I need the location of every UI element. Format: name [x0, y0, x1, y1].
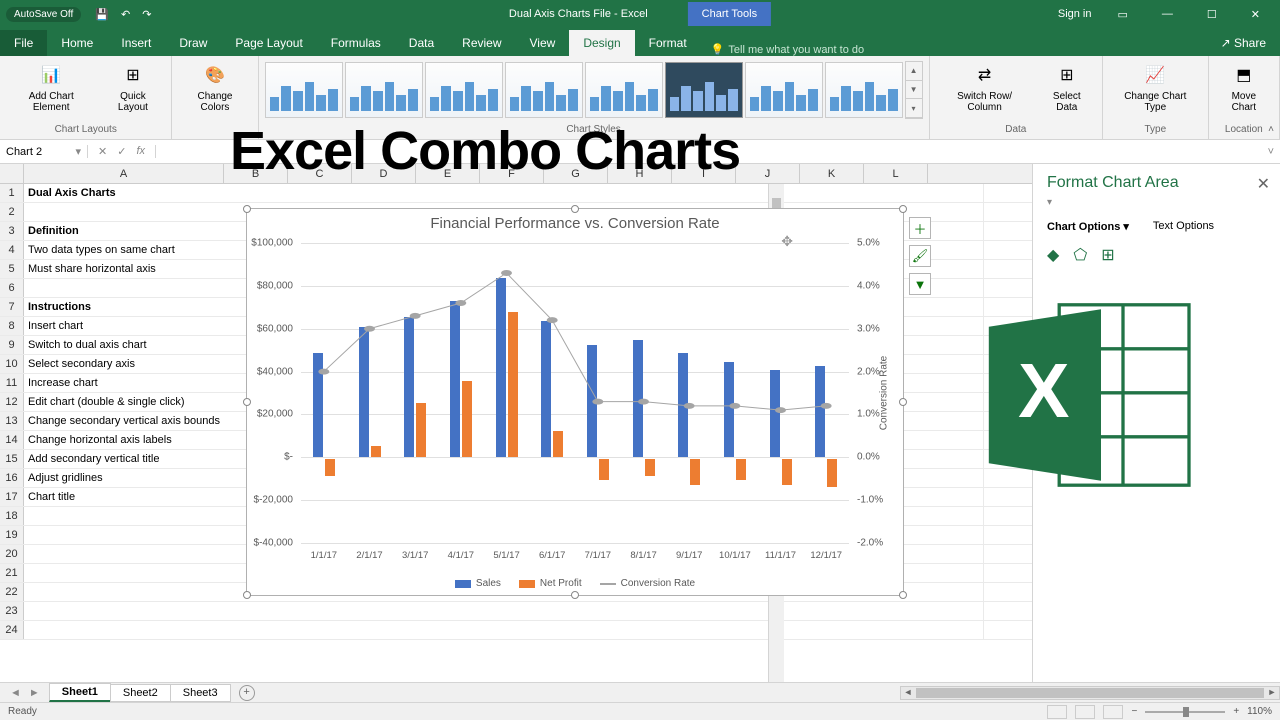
status-ready: Ready [8, 706, 37, 717]
zoom-level[interactable]: 110% [1247, 706, 1272, 717]
redo-icon[interactable]: ↷ [142, 8, 151, 21]
y-axis-right-title: Conversion Rate [878, 356, 889, 430]
overlay-title: Excel Combo Charts [230, 120, 740, 182]
sheet-tab-3[interactable]: Sheet3 [170, 684, 231, 702]
sign-in-link[interactable]: Sign in [1058, 8, 1092, 20]
add-sheet-icon[interactable]: + [239, 685, 255, 701]
page-layout-view-icon[interactable] [1075, 705, 1095, 719]
style-more-icon[interactable]: ▾ [906, 99, 922, 118]
style-thumb-selected[interactable] [665, 62, 743, 118]
close-icon[interactable]: ✕ [1243, 8, 1268, 21]
save-icon[interactable]: 💾 [95, 8, 109, 21]
page-break-view-icon[interactable] [1103, 705, 1123, 719]
horizontal-scrollbar[interactable]: ◄► [900, 686, 1280, 700]
chart-styles-gallery[interactable]: ▲▼▾ [265, 59, 923, 121]
collapse-ribbon-icon[interactable]: ˄ [1268, 124, 1274, 135]
change-chart-type-button[interactable]: 📈Change Chart Type [1109, 59, 1202, 123]
tab-view[interactable]: View [516, 30, 570, 56]
fill-line-icon[interactable]: ◆ [1047, 245, 1059, 265]
style-thumb[interactable] [585, 62, 663, 118]
normal-view-icon[interactable] [1047, 705, 1067, 719]
tab-nav-prev-icon[interactable]: ◄ [10, 687, 21, 699]
spreadsheet-grid[interactable]: A B C D E F G H I J K L 1Dual Axis Chart… [0, 164, 1032, 684]
cancel-formula-icon[interactable]: ✕ [98, 145, 107, 158]
chart-filters-icon[interactable]: ▼ [909, 273, 931, 295]
style-thumb[interactable] [745, 62, 823, 118]
expand-formula-bar-icon[interactable]: ˅ [1262, 146, 1280, 158]
tab-insert[interactable]: Insert [107, 30, 165, 56]
style-thumb[interactable] [825, 62, 903, 118]
pane-title: Format Chart Area [1047, 174, 1266, 192]
fx-icon[interactable]: fx [136, 145, 145, 158]
zoom-out-icon[interactable]: − [1131, 706, 1137, 717]
enter-formula-icon[interactable]: ✓ [117, 145, 126, 158]
style-thumb[interactable] [425, 62, 503, 118]
chart-legend[interactable]: Sales Net Profit Conversion Rate [247, 578, 903, 589]
tab-page-layout[interactable]: Page Layout [221, 30, 316, 56]
add-chart-element-button[interactable]: 📊Add Chart Element [6, 59, 96, 123]
tab-nav-next-icon[interactable]: ► [29, 687, 40, 699]
x-axis: 1/1/172/1/173/1/174/1/175/1/176/1/177/1/… [301, 550, 849, 561]
close-pane-icon[interactable]: ✕ [1257, 174, 1270, 194]
style-thumb[interactable] [505, 62, 583, 118]
excel-logo-icon: X [980, 295, 1200, 495]
quick-layout-button[interactable]: ⊞Quick Layout [100, 59, 165, 123]
tab-home[interactable]: Home [47, 30, 107, 56]
sheet-tabs: ◄► Sheet1 Sheet2 Sheet3 + ◄► [0, 682, 1280, 702]
zoom-slider[interactable] [1145, 711, 1225, 713]
svg-text:X: X [1018, 348, 1069, 434]
tab-file[interactable]: File [0, 30, 47, 56]
title-bar: AutoSave Off 💾 ↶ ↷ Dual Axis Charts File… [0, 0, 1280, 28]
sheet-tab-1[interactable]: Sheet1 [49, 683, 111, 702]
zoom-in-icon[interactable]: + [1233, 706, 1239, 717]
switch-row-column-button[interactable]: ⇄Switch Row/ Column [936, 59, 1034, 123]
chart-tools-label: Chart Tools [688, 2, 771, 26]
tab-format[interactable]: Format [635, 30, 701, 56]
tell-me-search[interactable]: 💡Tell me what you want to do [711, 43, 864, 56]
chart-elements-icon[interactable]: ＋ [909, 217, 931, 239]
name-box[interactable]: Chart 2▾ [0, 145, 88, 158]
move-chart-button[interactable]: ⬒Move Chart [1215, 59, 1273, 123]
share-button[interactable]: ↗ Share [1207, 30, 1280, 56]
status-bar: Ready − + 110% [0, 702, 1280, 720]
file-name: Dual Axis Charts File - Excel [509, 8, 648, 20]
size-properties-icon[interactable]: ⊞ [1101, 245, 1114, 265]
maximize-icon[interactable]: ☐ [1199, 8, 1225, 21]
style-thumb[interactable] [345, 62, 423, 118]
chart-styles-icon[interactable]: 🖌 [909, 245, 931, 267]
chart-options-tab[interactable]: Chart Options ▾ [1047, 220, 1129, 233]
tab-draw[interactable]: Draw [165, 30, 221, 56]
line-series [301, 243, 849, 543]
effects-icon[interactable]: ⬠ [1073, 245, 1087, 265]
move-cursor-icon: ✥ [781, 233, 793, 250]
ribbon-options-icon[interactable]: ▭ [1110, 8, 1136, 21]
sheet-tab-2[interactable]: Sheet2 [110, 684, 171, 702]
embedded-chart[interactable]: Financial Performance vs. Conversion Rat… [246, 208, 904, 596]
y-axis-left: $100,000$80,000$60,000$40,000$20,000$-$-… [247, 243, 297, 543]
autosave-toggle[interactable]: AutoSave Off [6, 7, 81, 22]
text-options-tab[interactable]: Text Options [1153, 220, 1214, 233]
bulb-icon: 💡 [711, 43, 725, 56]
undo-icon[interactable]: ↶ [121, 8, 130, 21]
ribbon-tabs: File Home Insert Draw Page Layout Formul… [0, 28, 1280, 56]
tab-formulas[interactable]: Formulas [317, 30, 395, 56]
minimize-icon[interactable]: — [1154, 8, 1181, 20]
tab-design[interactable]: Design [569, 30, 634, 56]
chart-plot-area[interactable]: $100,000$80,000$60,000$40,000$20,000$-$-… [301, 243, 849, 543]
select-data-button[interactable]: ⊞Select Data [1038, 59, 1096, 123]
style-thumb[interactable] [265, 62, 343, 118]
style-up-icon[interactable]: ▲ [906, 62, 922, 81]
y-axis-right: 5.0%4.0%3.0%2.0%1.0%0.0%-1.0%-2.0% [853, 243, 897, 543]
tab-data[interactable]: Data [395, 30, 448, 56]
style-down-icon[interactable]: ▼ [906, 81, 922, 100]
tab-review[interactable]: Review [448, 30, 515, 56]
